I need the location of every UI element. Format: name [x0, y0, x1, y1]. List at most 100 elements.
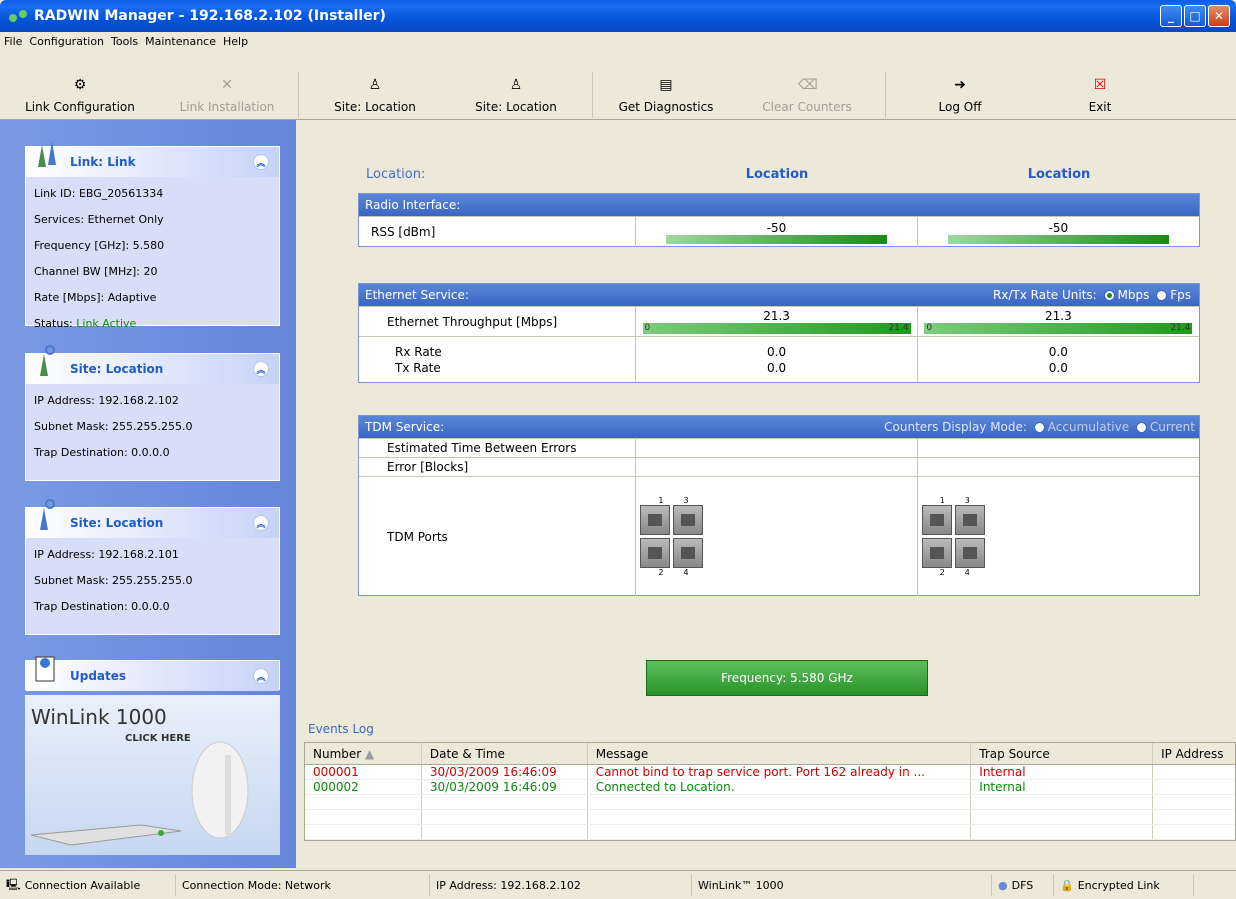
rss-value-a: -50: [766, 220, 787, 235]
log-off-button[interactable]: ➜ Log Off: [925, 76, 995, 116]
get-diagnostics-button[interactable]: ▤ Get Diagnostics: [610, 76, 722, 116]
table-row[interactable]: 000001 30/03/2009 16:46:09 Cannot bind t…: [305, 765, 1235, 780]
menu-maintenance[interactable]: Maintenance: [145, 35, 216, 48]
rate-units-selector: Rx/Tx Rate Units: Mbps Fps: [992, 288, 1191, 302]
error-blocks-label: Error [Blocks]: [359, 458, 637, 476]
site-antenna-icon: [40, 345, 55, 376]
throughput-value-a: 21.3: [763, 309, 790, 323]
menu-help[interactable]: Help: [223, 35, 248, 48]
toolbar: ⚙ Link Configuration ✕ Link Installation ♙…: [0, 50, 1236, 120]
site-location-2-button[interactable]: ♙ Site: Location: [466, 76, 566, 116]
throughput-bar-b: 0 21.4: [924, 323, 1193, 334]
antenna-icon: ♙: [368, 77, 382, 93]
exit-button[interactable]: ☒ Exit: [1070, 76, 1130, 116]
link-id: Link ID: EBG_20561334: [34, 187, 164, 200]
accumulative-radio[interactable]: [1033, 422, 1045, 433]
close-button[interactable]: ✕: [1208, 5, 1230, 27]
tdm-port-2: [640, 538, 671, 568]
rss-bar-a: [666, 234, 888, 244]
collapse-updates-panel-button[interactable]: ︽: [253, 668, 269, 684]
tdm-service-header: TDM Service: Counters Display Mode: Accu…: [359, 416, 1199, 438]
winlink-advert[interactable]: WinLink 1000 CLICK HERE: [25, 695, 280, 855]
updates-panel-header: Updates ︽: [26, 656, 279, 691]
link-config-icon: ⚙: [73, 77, 87, 93]
menu-file[interactable]: File: [4, 35, 22, 48]
fps-radio[interactable]: [1156, 290, 1168, 301]
rx-rate-a: 0.0: [767, 344, 787, 359]
ad-title: WinLink 1000: [31, 705, 167, 729]
tdm-port-4: [673, 538, 704, 568]
col-message[interactable]: Message: [588, 743, 972, 764]
clear-counters-button[interactable]: ⌫ Clear Counters: [752, 76, 862, 116]
site1-mask: Subnet Mask: 255.255.255.0: [34, 420, 193, 433]
radio-interface-group: Radio Interface: RSS [dBm] -50 -50: [358, 193, 1200, 247]
col-ip-address[interactable]: IP Address: [1153, 743, 1235, 764]
collapse-site1-panel-button[interactable]: ︽: [253, 361, 269, 377]
rss-label: RSS [dBm]: [359, 217, 637, 247]
status-ip-address: IP Address: 192.168.2.102: [430, 874, 692, 896]
connection-mode: Connection Mode: Network: [176, 874, 430, 896]
tdm-port-3: [954, 505, 985, 535]
maximize-button[interactable]: □: [1184, 5, 1206, 27]
dfs-status: ● DFS: [992, 874, 1054, 896]
ethernet-service-group: Ethernet Service: Rx/Tx Rate Units: Mbps…: [358, 283, 1200, 383]
radio-interface-header: Radio Interface:: [359, 194, 1199, 216]
monitor-icon: 🖳: [6, 877, 21, 891]
device-image: [31, 824, 181, 846]
throughput-value-b: 21.3: [1045, 309, 1072, 323]
col-trap-source[interactable]: Trap Source: [971, 743, 1154, 764]
site-location-1-button[interactable]: ♙ Site: Location: [325, 76, 425, 116]
site1-trap: Trap Destination: 0.0.0.0: [34, 446, 170, 459]
menu-configuration[interactable]: Configuration: [29, 35, 104, 48]
throughput-bar-a: 0 21.4: [642, 323, 911, 334]
site1-ip: IP Address: 192.168.2.102: [34, 394, 179, 407]
tdm-port-4: [954, 538, 985, 568]
table-row[interactable]: 000002 30/03/2009 16:46:09 Connected to …: [305, 780, 1235, 795]
tools-icon: ✕: [221, 77, 233, 93]
link-services: Services: Ethernet Only: [34, 213, 164, 226]
collapse-link-panel-button[interactable]: ︽: [253, 154, 269, 170]
events-log-title: Events Log: [308, 722, 374, 736]
log-off-icon: ➜: [954, 77, 966, 93]
tdm-service-group: TDM Service: Counters Display Mode: Accu…: [358, 415, 1200, 596]
current-radio[interactable]: [1135, 422, 1147, 433]
tdm-ports-label: TDM Ports: [359, 477, 637, 596]
minimize-button[interactable]: _: [1160, 5, 1182, 27]
col-datetime[interactable]: Date & Time: [422, 743, 588, 764]
rx-rate-label: Rx Rate: [395, 344, 442, 359]
link-configuration-button[interactable]: ⚙ Link Configuration: [10, 76, 150, 116]
product-name: WinLink™ 1000: [692, 874, 992, 896]
events-log: Events Log Number ▲ Date & Time Message …: [300, 722, 1236, 868]
site2-mask: Subnet Mask: 255.255.255.0: [34, 574, 193, 587]
location-label: Location:: [366, 167, 426, 182]
link-panel: Link: Link ︽ Link ID: EBG_20561334 Servi…: [25, 141, 280, 330]
mbps-radio[interactable]: [1103, 290, 1115, 301]
dfs-icon: ●: [998, 878, 1008, 892]
site2-panel-header: Site: Location ︽: [26, 499, 279, 538]
link-installation-button[interactable]: ✕ Link Installation: [172, 76, 282, 116]
table-row: [305, 825, 1235, 840]
site-antenna-icon: [40, 499, 55, 530]
encryption-status: 🔒 Encrypted Link: [1054, 874, 1194, 896]
table-row: [305, 810, 1235, 825]
table-row: [305, 795, 1235, 810]
lock-icon: 🔒: [1060, 878, 1074, 892]
frequency-button[interactable]: Frequency: 5.580 GHz: [646, 660, 928, 696]
site-b-name: Location: [1027, 167, 1091, 182]
col-number[interactable]: Number ▲: [305, 743, 422, 764]
collapse-site2-panel-button[interactable]: ︽: [253, 515, 269, 531]
link-channel-bw: Channel BW [MHz]: 20: [34, 265, 158, 278]
rx-rate-b: 0.0: [1048, 344, 1068, 359]
antenna-dish-image: [191, 741, 249, 839]
updates-panel: Updates ︽: [25, 656, 280, 691]
menu-tools[interactable]: Tools: [111, 35, 138, 48]
eraser-icon: ⌫: [798, 77, 818, 93]
tx-rate-b: 0.0: [1048, 360, 1068, 375]
link-status-value: Link Active: [76, 317, 137, 330]
tdm-port-1: [921, 505, 952, 535]
counters-mode-selector: Counters Display Mode: Accumulative Curr…: [884, 420, 1195, 434]
site1-panel-header: Site: Location ︽: [26, 345, 279, 384]
radwin-app-icon: [9, 10, 27, 22]
tdm-port-3: [673, 505, 704, 535]
title-bar: RADWIN Manager - 192.168.2.102 (Installe…: [0, 0, 1236, 32]
